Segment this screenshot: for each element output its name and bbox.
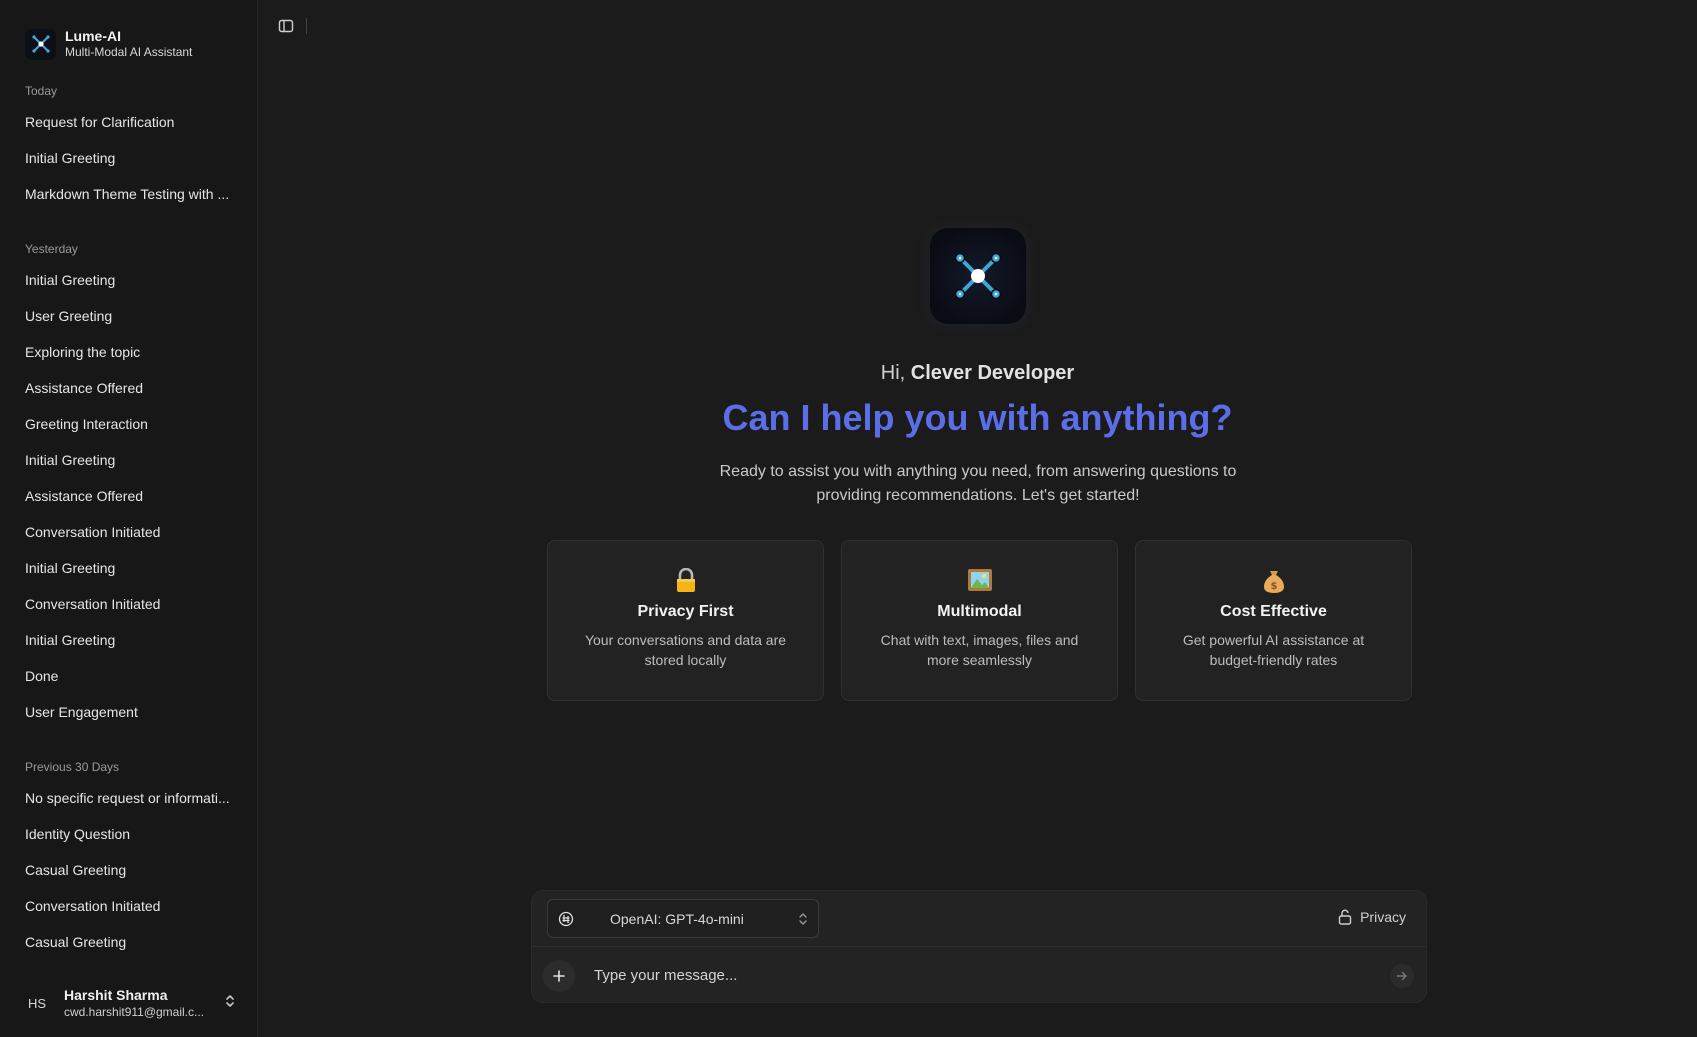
avatar: HS	[28, 995, 47, 1011]
add-attachment-button[interactable]	[543, 960, 575, 992]
chat-history: Today Request for Clarification Initial Gr…	[0, 70, 257, 1037]
main-area: Hi, Clever Developer Can I help you with…	[258, 0, 1697, 1037]
history-item[interactable]: Initial Greeting	[0, 442, 257, 478]
greeting-prefix: Hi,	[880, 362, 911, 384]
app-root: Lume-AI Multi-Modal AI Assistant Today Re…	[0, 0, 1697, 1037]
history-item[interactable]: Markdown Theme Testing with ...	[0, 176, 257, 212]
intro-text: Ready to assist you with anything you ne…	[719, 463, 1237, 504]
history-item[interactable]: User Engagement	[0, 694, 257, 730]
sidebar-toggle-icon[interactable]	[276, 16, 296, 36]
user-menu[interactable]: HS Harshit Sharma cwd.harshit911@gmail.c…	[0, 969, 257, 1037]
brand-subtitle: Multi-Modal AI Assistant	[65, 45, 193, 59]
history-item[interactable]: Conversation Initiated	[0, 586, 257, 622]
headline: Can I help you with anything?	[722, 397, 1233, 438]
message-input[interactable]	[594, 959, 1294, 991]
history-item[interactable]: Exploring the topic	[0, 334, 257, 370]
framed-picture-icon	[842, 568, 1117, 594]
card-title: Cost Effective	[1220, 603, 1327, 620]
model-select[interactable]: OpenAI: GPT-4o-mini	[547, 899, 819, 938]
feature-card-cost: $ Cost Effective Get powerful AI assista…	[1135, 540, 1412, 701]
history-item[interactable]: Assistance Offered	[0, 370, 257, 406]
greeting-name: Clever Developer	[910, 362, 1075, 384]
history-group-label: Yesterday	[25, 242, 78, 256]
chevrons-up-down-icon	[798, 912, 808, 926]
card-description: Get powerful AI assistance at budget-fri…	[1182, 632, 1365, 668]
lock-icon	[548, 568, 823, 594]
history-item[interactable]: Initial Greeting	[0, 262, 257, 298]
brand-logo-icon	[25, 28, 56, 60]
history-item[interactable]: Casual Greeting	[0, 924, 257, 960]
history-item[interactable]: Casual Greeting	[0, 852, 257, 888]
svg-text:$: $	[1270, 581, 1277, 592]
topbar-divider	[306, 18, 307, 34]
history-item[interactable]: Initial Greeting	[0, 550, 257, 586]
card-title: Multimodal	[937, 603, 1022, 620]
history-item[interactable]: Initial Greeting	[0, 140, 257, 176]
user-email: cwd.harshit911@gmail.c...	[64, 1004, 205, 1019]
model-label: OpenAI: GPT-4o-mini	[610, 910, 744, 927]
history-group-label: Today	[25, 84, 58, 98]
history-item[interactable]: Conversation Initiated	[0, 514, 257, 550]
history-item[interactable]: Assistance Offered	[0, 478, 257, 514]
history-item[interactable]: Greeting Interaction	[0, 406, 257, 442]
plus-icon	[553, 970, 565, 982]
arrow-right-icon	[1396, 971, 1407, 981]
brand[interactable]: Lume-AI Multi-Modal AI Assistant	[0, 0, 257, 70]
history-item[interactable]: Request for Clarification	[0, 104, 257, 140]
history-item[interactable]: Initial Greeting	[0, 622, 257, 658]
user-name: Harshit Sharma	[64, 986, 168, 1003]
sidebar: Lume-AI Multi-Modal AI Assistant Today Re…	[0, 0, 258, 1037]
send-button[interactable]	[1390, 964, 1414, 988]
history-item[interactable]: Done	[0, 658, 257, 694]
chevrons-up-down-icon[interactable]	[224, 994, 236, 1013]
history-item[interactable]: User Greeting	[0, 298, 257, 334]
card-description: Your conversations and data are stored l…	[584, 632, 787, 668]
history-item[interactable]: Conversation Initiated	[0, 888, 257, 924]
openai-icon	[558, 911, 574, 927]
history-item[interactable]: No specific request or informati...	[0, 780, 257, 816]
history-group-label: Previous 30 Days	[25, 760, 120, 774]
unlock-icon	[1338, 909, 1352, 925]
topbar	[276, 16, 307, 36]
card-description: Chat with text, images, files and more s…	[880, 632, 1079, 668]
hero-logo-icon	[930, 228, 1026, 324]
card-title: Privacy First	[637, 603, 734, 620]
feature-cards: Privacy First Your conversations and dat…	[547, 540, 1412, 701]
composer: OpenAI: GPT-4o-mini Privacy	[531, 890, 1427, 1003]
privacy-button[interactable]: Privacy	[1338, 909, 1406, 925]
history-item[interactable]: Identity Question	[0, 816, 257, 852]
greeting: Hi, Clever Developer	[258, 362, 1697, 385]
money-bag-icon: $	[1136, 568, 1411, 594]
feature-card-privacy: Privacy First Your conversations and dat…	[547, 540, 824, 701]
privacy-label: Privacy	[1360, 909, 1406, 925]
brand-title: Lume-AI	[65, 28, 121, 44]
feature-card-multimodal: Multimodal Chat with text, images, files…	[841, 540, 1118, 701]
